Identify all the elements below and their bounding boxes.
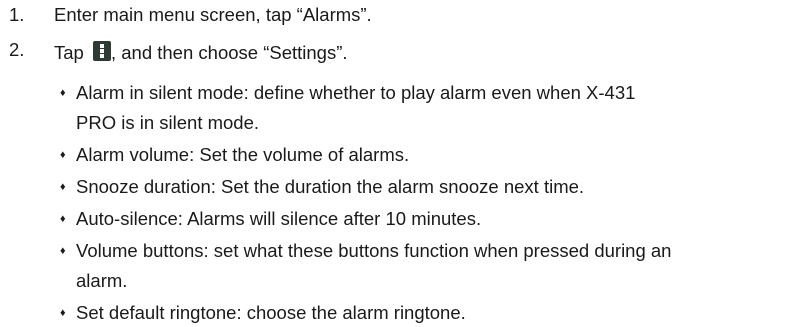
diamond-bullet-icon: ♦ [60,181,66,193]
step-number: 2. [9,39,25,60]
diamond-bullet-icon: ♦ [60,149,66,161]
step-text-before: Tap [54,42,84,63]
overflow-menu-icon [92,41,111,61]
step-text: Tap , and then choose “Settings”. [54,41,348,63]
diamond-bullet-icon: ♦ [60,307,66,319]
bullet-line: Auto-silence: Alarms will silence after … [76,208,482,229]
diamond-bullet-icon: ♦ [60,87,66,99]
bullet-line: Snooze duration: Set the duration the al… [76,176,585,197]
diamond-bullet-icon: ♦ [60,245,66,257]
step-number: 1. [9,4,25,25]
diamond-bullet-icon: ♦ [60,213,66,225]
bullet-line: PRO is in silent mode. [76,112,260,133]
bullet-line: Alarm in silent mode: define whether to … [76,82,636,103]
bullet-line: alarm. [76,270,128,291]
bullet-line: Set default ringtone: choose the alarm r… [76,302,466,323]
bullet-line: Alarm volume: Set the volume of alarms. [76,144,410,165]
bullet-line: Volume buttons: set what these buttons f… [76,240,672,261]
step-text-after: , and then choose “Settings”. [110,42,348,63]
step-text: Enter main menu screen, tap “Alarms”. [54,4,372,25]
